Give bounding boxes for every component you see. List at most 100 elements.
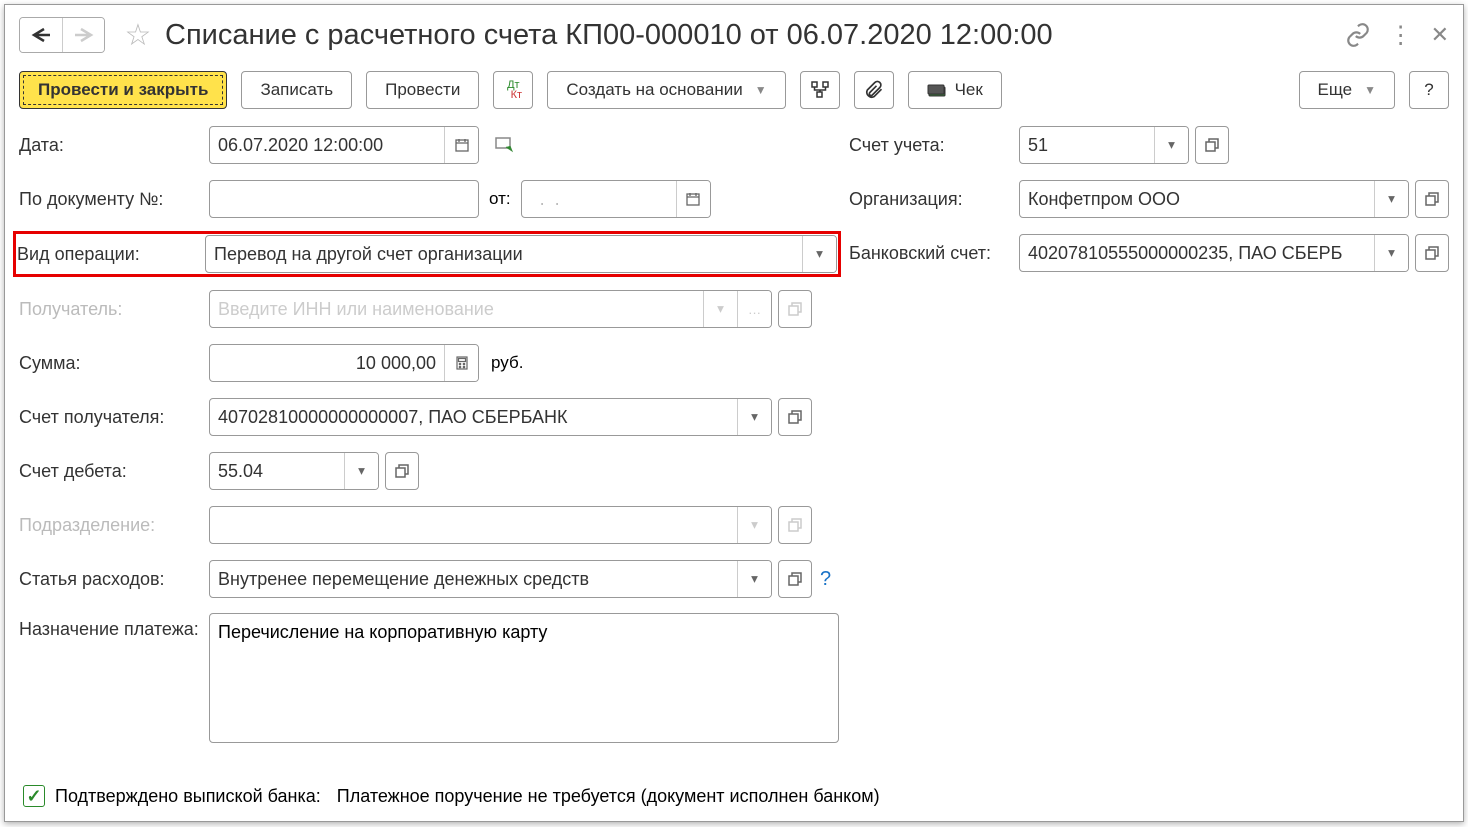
organization-field[interactable]: Конфетпром ООО ▾ <box>1019 180 1409 218</box>
dropdown-icon: ▾ <box>703 291 737 327</box>
label-organization: Организация: <box>849 189 1019 210</box>
window-title: Списание с расчетного счета КП00-000010 … <box>165 19 1053 52</box>
calendar-icon[interactable] <box>676 181 710 217</box>
help-button[interactable]: ? <box>1409 71 1449 109</box>
open-account-icon[interactable] <box>1195 126 1229 164</box>
more-label: Еще <box>1318 80 1353 100</box>
row-recipient: Получатель: ▾ … <box>19 289 839 329</box>
row-recipient-account: Счет получателя: 40702810000000000007, П… <box>19 397 839 437</box>
docnum-field[interactable] <box>209 180 479 218</box>
recipient-account-value: 40702810000000000007, ПАО СБЕРБАНК <box>210 399 737 435</box>
row-amount: Сумма: руб. <box>19 343 839 383</box>
calculator-icon[interactable] <box>444 345 478 381</box>
row-purpose: Назначение платежа: <box>19 613 839 743</box>
debit-account-field[interactable]: 55.04 ▾ <box>209 452 379 490</box>
recipient-field: ▾ … <box>209 290 772 328</box>
label-op-type: Вид операции: <box>17 244 205 265</box>
right-column: Счет учета: 51 ▾ Организация: Конфетпром… <box>849 125 1449 287</box>
docnum-date-field[interactable] <box>521 180 711 218</box>
docnum-date-input[interactable] <box>522 181 676 217</box>
toolbar: Провести и закрыть Записать Провести ДтК… <box>19 71 1449 109</box>
label-debit-account: Счет дебета: <box>19 461 209 482</box>
op-type-value: Перевод на другой счет организации <box>206 236 802 272</box>
open-bank-account-icon[interactable] <box>1415 234 1449 272</box>
form-area: Дата: По документу №: от: <box>19 125 1449 757</box>
footer-row: ✓ Подтверждено выпиской банка: Платежное… <box>23 785 880 807</box>
row-expense-item: Статья расходов: Внутренее перемещение д… <box>19 559 839 599</box>
more-button[interactable]: Еще ▼ <box>1299 71 1395 109</box>
row-date: Дата: <box>19 125 839 165</box>
expense-item-field[interactable]: Внутренее перемещение денежных средств ▾ <box>209 560 772 598</box>
label-expense-item: Статья расходов: <box>19 569 209 590</box>
label-account: Счет учета: <box>849 135 1019 156</box>
docnum-input[interactable] <box>210 181 478 217</box>
dropdown-icon[interactable]: ▾ <box>802 236 836 272</box>
open-expense-item-icon[interactable] <box>778 560 812 598</box>
label-docnum-from: от: <box>489 189 511 209</box>
currency-label: руб. <box>491 353 523 373</box>
dropdown-icon[interactable]: ▾ <box>1154 127 1188 163</box>
confirmed-checkbox[interactable]: ✓ <box>23 785 45 807</box>
dropdown-icon[interactable]: ▾ <box>737 561 771 597</box>
account-value: 51 <box>1020 127 1154 163</box>
amount-field[interactable] <box>209 344 479 382</box>
confirmed-text: Платежное поручение не требуется (докуме… <box>337 786 880 807</box>
create-based-on-button[interactable]: Создать на основании ▼ <box>547 71 785 109</box>
purpose-textarea[interactable] <box>209 613 839 743</box>
caret-down-icon: ▼ <box>1364 83 1376 97</box>
dropdown-icon: ▾ <box>737 507 771 543</box>
recipient-account-field[interactable]: 40702810000000000007, ПАО СБЕРБАНК ▾ <box>209 398 772 436</box>
row-account: Счет учета: 51 ▾ <box>849 125 1449 165</box>
structure-button[interactable] <box>800 71 840 109</box>
op-type-field[interactable]: Перевод на другой счет организации ▾ <box>205 235 837 273</box>
row-debit-account: Счет дебета: 55.04 ▾ <box>19 451 839 491</box>
more-vertical-icon[interactable]: ⋮ <box>1389 21 1413 50</box>
save-button[interactable]: Записать <box>241 71 352 109</box>
label-amount: Сумма: <box>19 353 209 374</box>
document-window: ☆ Списание с расчетного счета КП00-00001… <box>4 4 1464 822</box>
row-organization: Организация: Конфетпром ООО ▾ <box>849 179 1449 219</box>
label-recipient-account: Счет получателя: <box>19 407 209 428</box>
message-icon[interactable] <box>491 136 519 154</box>
open-recipient-account-icon[interactable] <box>778 398 812 436</box>
post-and-close-button[interactable]: Провести и закрыть <box>19 71 227 109</box>
open-organization-icon[interactable] <box>1415 180 1449 218</box>
amount-input[interactable] <box>210 345 444 381</box>
label-docnum: По документу №: <box>19 189 209 210</box>
row-bank-account: Банковский счет: 40207810555000000235, П… <box>849 233 1449 273</box>
close-icon[interactable]: ✕ <box>1431 22 1449 48</box>
check-label: Чек <box>955 80 983 100</box>
check-button[interactable]: Чек <box>908 71 1002 109</box>
nav-forward-button[interactable] <box>62 18 104 52</box>
favorite-star-icon[interactable]: ☆ <box>123 20 153 50</box>
caret-down-icon: ▼ <box>755 83 767 97</box>
date-field[interactable] <box>209 126 479 164</box>
label-date: Дата: <box>19 135 209 156</box>
dtkt-button[interactable]: ДтКт <box>493 71 533 109</box>
ellipsis-icon: … <box>737 291 771 327</box>
bank-account-value: 40207810555000000235, ПАО СБЕРБ <box>1020 235 1374 271</box>
label-division: Подразделение: <box>19 515 209 536</box>
help-link-icon[interactable]: ? <box>820 568 831 591</box>
titlebar: ☆ Списание с расчетного счета КП00-00001… <box>19 13 1449 57</box>
dropdown-icon[interactable]: ▾ <box>737 399 771 435</box>
row-division: Подразделение: ▾ <box>19 505 839 545</box>
account-field[interactable]: 51 ▾ <box>1019 126 1189 164</box>
nav-back-button[interactable] <box>20 18 62 52</box>
attach-button[interactable] <box>854 71 894 109</box>
division-value <box>210 507 737 543</box>
organization-value: Конфетпром ООО <box>1020 181 1374 217</box>
date-input[interactable] <box>210 127 444 163</box>
calendar-icon[interactable] <box>444 127 478 163</box>
open-debit-account-icon[interactable] <box>385 452 419 490</box>
dropdown-icon[interactable]: ▾ <box>344 453 378 489</box>
post-button[interactable]: Провести <box>366 71 479 109</box>
left-column: Дата: По документу №: от: <box>19 125 839 757</box>
dropdown-icon[interactable]: ▾ <box>1374 235 1408 271</box>
debit-account-value: 55.04 <box>210 453 344 489</box>
division-field: ▾ <box>209 506 772 544</box>
label-purpose: Назначение платежа: <box>19 613 209 640</box>
bank-account-field[interactable]: 40207810555000000235, ПАО СБЕРБ ▾ <box>1019 234 1409 272</box>
link-icon[interactable] <box>1345 22 1371 48</box>
dropdown-icon[interactable]: ▾ <box>1374 181 1408 217</box>
